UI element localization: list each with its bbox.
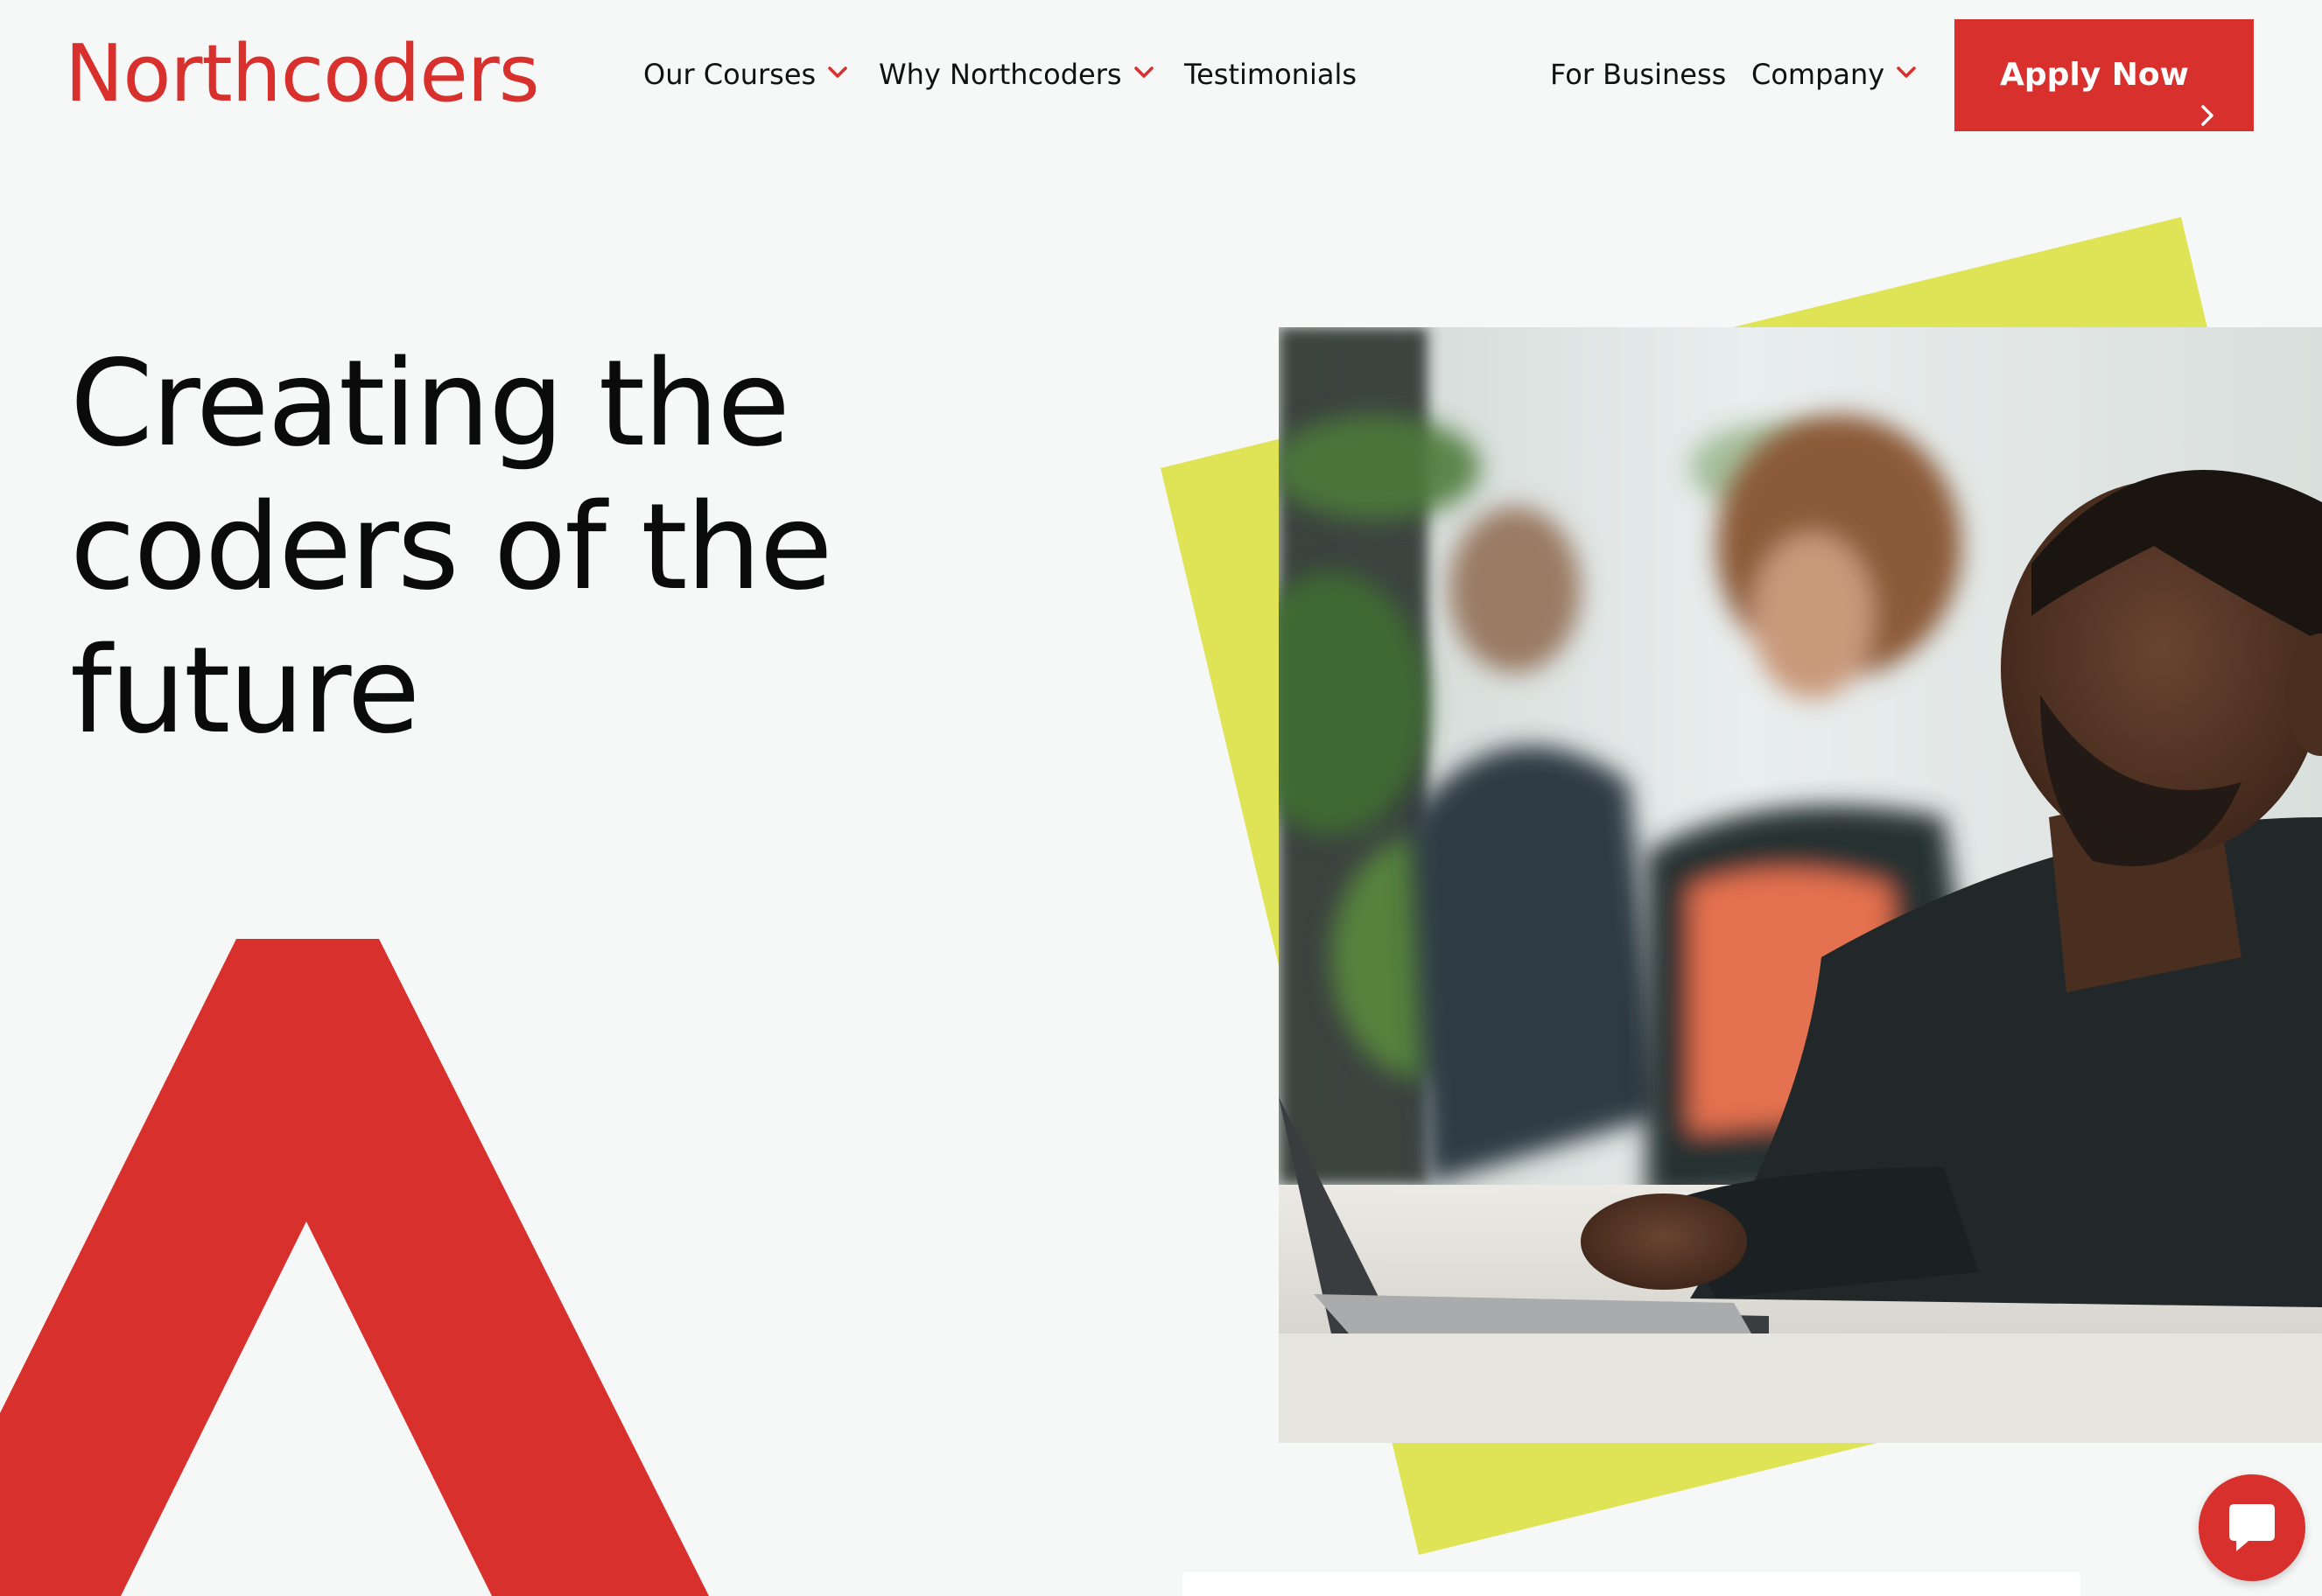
hero-photo-illustration <box>1279 327 2322 1443</box>
nav-why-northcoders[interactable]: Why Northcoders <box>879 52 1157 96</box>
nav-for-business[interactable]: For Business <box>1550 52 1726 96</box>
chat-bubble-icon <box>2229 1504 2275 1551</box>
page: Northcoders Our Courses Why Northcoders … <box>0 0 2322 1596</box>
nav-company[interactable]: Company <box>1751 52 1919 96</box>
hero-title: Creating the coders of the future <box>70 335 833 760</box>
apply-now-label: Apply Now <box>2000 57 2189 93</box>
nav-our-courses[interactable]: Our Courses <box>643 52 851 96</box>
nav-company-label: Company <box>1751 58 1885 91</box>
chevron-right-icon <box>2196 63 2219 126</box>
nav-for-business-label: For Business <box>1550 58 1727 91</box>
content-card <box>1182 1572 2080 1596</box>
nav-why-northcoders-label: Why Northcoders <box>879 58 1122 91</box>
nav-testimonials[interactable]: Testimonials <box>1184 52 1357 96</box>
apply-now-button[interactable]: Apply Now <box>1954 19 2254 131</box>
nav-our-courses-label: Our Courses <box>643 58 817 91</box>
chat-button[interactable] <box>2199 1474 2305 1581</box>
nav-testimonials-label: Testimonials <box>1184 58 1357 91</box>
northcoders-logo[interactable]: Northcoders <box>65 26 540 122</box>
chevron-down-icon <box>1893 60 1919 86</box>
chevron-down-icon <box>824 60 851 86</box>
chevron-down-icon <box>1131 60 1157 86</box>
hero-photo <box>1279 327 2322 1443</box>
